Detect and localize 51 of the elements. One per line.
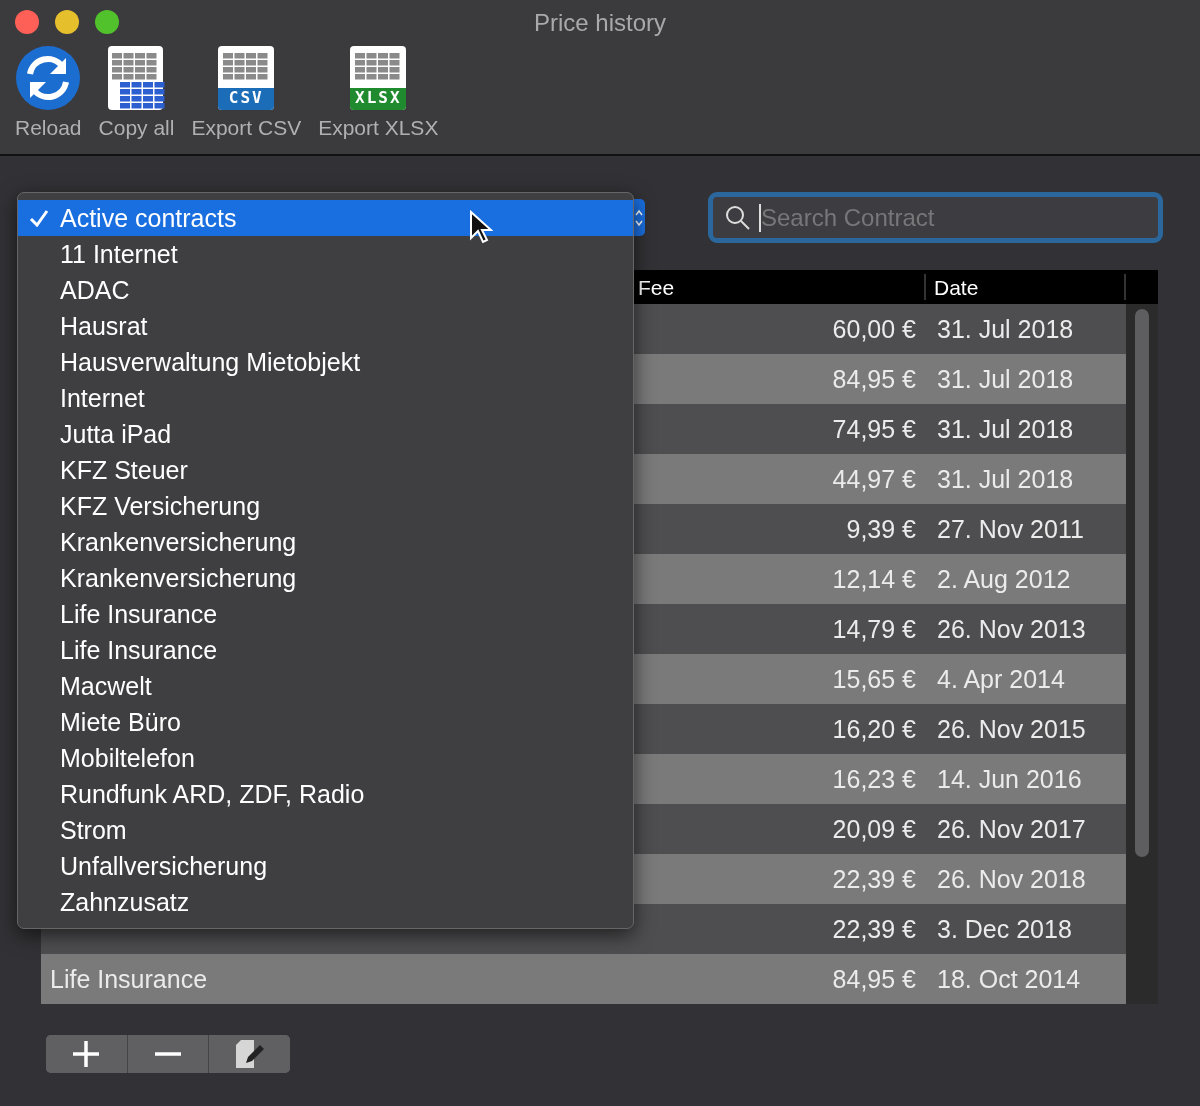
menu-item-label: Life Insurance (60, 635, 218, 665)
menu-item-label: Strom (60, 815, 127, 845)
fee-cell-text: 16,23 € (832, 764, 917, 794)
format-label: XLSX (354, 88, 403, 107)
date-cell-text: 31. Jul 2018 (936, 414, 1075, 444)
fee-cell-text: 9,39 € (846, 514, 917, 544)
menu-item-label: ADAC (60, 275, 130, 305)
fee-cell-text: 74,95 € (832, 414, 917, 444)
date-cell-text: 26. Nov 2013 (936, 614, 1087, 644)
menu-item-label: Jutta iPad (60, 419, 172, 449)
date-cell-text: 31. Jul 2018 (936, 464, 1075, 494)
date-cell-text: 27. Nov 2011 (936, 514, 1085, 544)
menu-item-label: Krankenversicherung (60, 563, 297, 593)
menu-item-label: Hausrat (60, 311, 148, 341)
menu-item-label: Internet (60, 383, 145, 413)
fee-cell-text: 12,14 € (832, 564, 917, 594)
menu-item-label: KFZ Steuer (60, 455, 188, 485)
fee-cell-text: 22,39 € (832, 864, 917, 894)
fee-cell-text: 20,09 € (832, 814, 917, 844)
fee-cell-text: 60,00 € (832, 314, 917, 344)
date-cell-text: 2. Aug 2012 (936, 564, 1072, 594)
name-cell-text: Life Insurance (49, 964, 209, 994)
date-cell-text: 4. Apr 2014 (936, 664, 1066, 694)
fee-cell-text: 16,20 € (832, 714, 917, 744)
menu-item-label: KFZ Versicherung (60, 491, 261, 521)
date-cell-text: 18. Oct 2014 (936, 964, 1082, 994)
date-cell-text: 14. Jun 2016 (936, 764, 1083, 794)
date-cell-text: 26. Nov 2018 (936, 864, 1087, 894)
menu-item-label: Macwelt (60, 671, 152, 701)
menu-item-label: Life Insurance (60, 599, 218, 629)
menu-item-label: Hausverwaltung Mietobjekt (60, 347, 361, 377)
window-title: Price history (533, 9, 666, 37)
date-cell-text: 31. Jul 2018 (936, 364, 1075, 394)
menu-item-label: Mobiltelefon (60, 743, 195, 773)
fee-cell-text: 22,39 € (832, 914, 917, 944)
menu-item-label: Rundfunk ARD, ZDF, Radio (60, 779, 365, 809)
menu-item-label: Active contracts (60, 203, 237, 233)
format-label: CSV (227, 88, 265, 107)
fee-cell-text: 14,79 € (832, 614, 917, 644)
date-cell-text: 31. Jul 2018 (936, 314, 1075, 344)
fee-cell-text: 84,95 € (832, 364, 917, 394)
fee-cell-text: 84,95 € (832, 964, 917, 994)
fee-cell-text: 44,97 € (832, 464, 917, 494)
menu-item-label: Miete Büro (60, 707, 181, 737)
date-cell-text: 3. Dec 2018 (936, 914, 1073, 944)
menu-item-label: 11 Internet (60, 239, 178, 269)
menu-item-label: Unfallversicherung (60, 851, 268, 881)
fee-cell-text: 15,65 € (832, 664, 917, 694)
date-cell-text: 26. Nov 2015 (936, 714, 1087, 744)
date-cell-text: 26. Nov 2017 (936, 814, 1087, 844)
menu-item-label: Krankenversicherung (60, 527, 297, 557)
